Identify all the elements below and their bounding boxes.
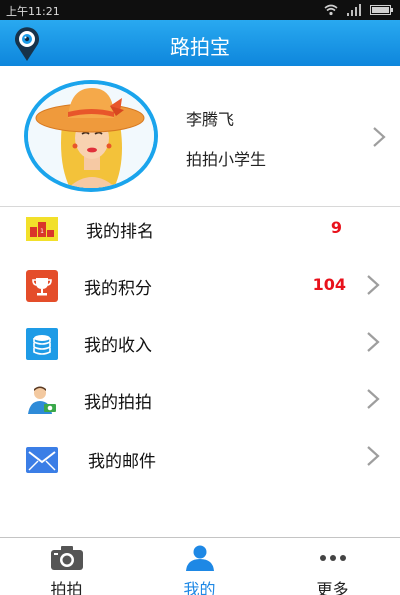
- chevron-right-icon: [367, 389, 380, 409]
- camera-icon: [50, 546, 83, 570]
- tab-label: 拍拍: [50, 580, 83, 595]
- user-icon: [185, 545, 214, 571]
- avatar-lady-in-hat-image: [28, 84, 154, 188]
- tab-mine[interactable]: 我的: [133, 538, 266, 595]
- svg-text:1: 1: [40, 228, 44, 235]
- tab-label: 更多: [316, 580, 349, 595]
- envelope-icon: [26, 447, 58, 473]
- signal-icon: [347, 4, 361, 16]
- profile-name: 李腾飞: [186, 110, 235, 129]
- trophy-icon: [26, 270, 58, 302]
- bottom-tab-bar: 拍拍 我的 更多: [0, 537, 400, 595]
- page-title: 路拍宝: [170, 35, 230, 59]
- status-icons: [324, 2, 394, 18]
- wifi-icon: [324, 4, 338, 16]
- menu-item-mail[interactable]: 我的邮件: [0, 428, 400, 484]
- profile-level: 拍拍小学生: [186, 150, 267, 169]
- tab-label: 我的: [183, 580, 216, 595]
- tab-more[interactable]: 更多: [266, 538, 399, 595]
- photographer-icon: [28, 386, 56, 414]
- status-time: 上午11:21: [6, 5, 60, 18]
- menu-item-label: 我的积分: [84, 279, 152, 299]
- menu-item-ranking[interactable]: 1 我的排名 9: [0, 200, 400, 256]
- tab-photo[interactable]: 拍拍: [0, 538, 133, 595]
- menu-item-label: 我的拍拍: [84, 393, 152, 413]
- chevron-right-icon: [367, 275, 380, 295]
- menu-item-label: 我的收入: [84, 336, 152, 356]
- more-dots-icon: [319, 555, 346, 561]
- points-value: 104: [312, 275, 346, 294]
- menu-item-my-photos[interactable]: 我的拍拍: [0, 371, 400, 427]
- menu-item-income[interactable]: 我的收入: [0, 314, 400, 370]
- profile-card[interactable]: 李腾飞 拍拍小学生: [0, 66, 400, 206]
- ranking-podium-icon: 1: [26, 217, 58, 241]
- app-bar: 路拍宝: [0, 20, 400, 66]
- coins-stack-icon: [26, 328, 58, 360]
- chevron-right-icon: [367, 446, 380, 466]
- menu-item-label: 我的邮件: [88, 452, 156, 472]
- chevron-right-icon: [373, 127, 386, 147]
- chevron-right-icon: [367, 332, 380, 352]
- battery-icon: [370, 5, 393, 15]
- menu-item-label: 我的排名: [86, 222, 154, 242]
- status-bar: 上午11:21: [0, 0, 400, 20]
- menu-item-points[interactable]: 我的积分 104: [0, 257, 400, 313]
- avatar[interactable]: [24, 80, 158, 192]
- ranking-value: 9: [330, 218, 342, 237]
